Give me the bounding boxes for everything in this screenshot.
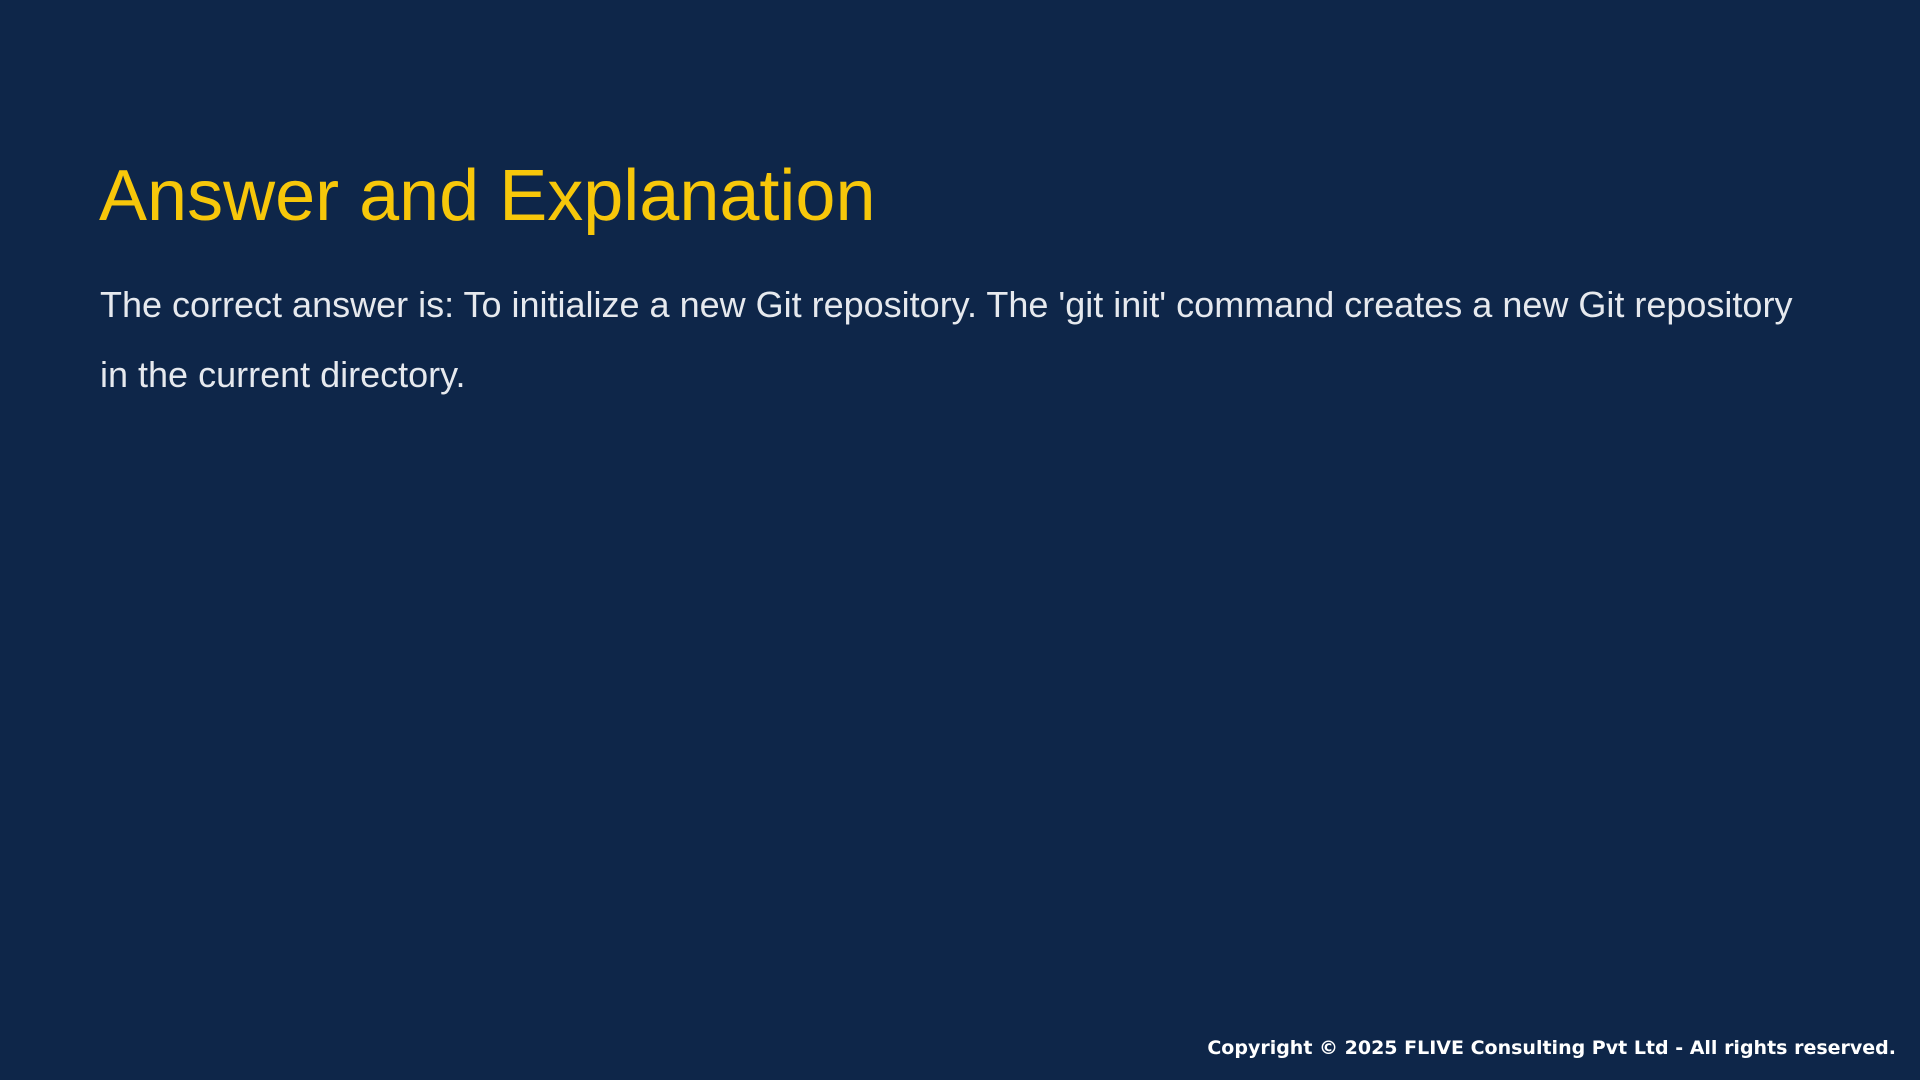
slide-title: Answer and Explanation bbox=[99, 156, 876, 236]
copyright-footer: Copyright © 2025 FLIVE Consulting Pvt Lt… bbox=[1207, 1037, 1896, 1059]
slide: Answer and Explanation The correct answe… bbox=[0, 0, 1920, 1080]
explanation-text: The correct answer is: To initialize a n… bbox=[100, 284, 1793, 395]
